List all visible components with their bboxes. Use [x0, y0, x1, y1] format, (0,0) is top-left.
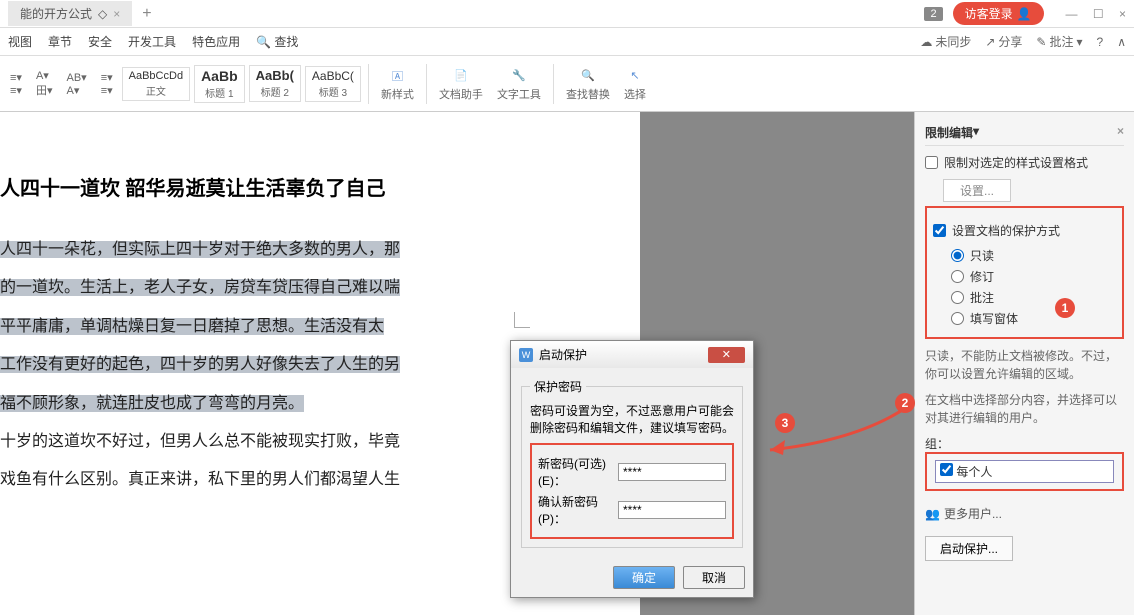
- minimize-icon[interactable]: —: [1066, 7, 1078, 21]
- doc-assistant-button[interactable]: 📄文档助手: [433, 64, 489, 104]
- menu-security[interactable]: 安全: [88, 33, 112, 50]
- menu-chapter[interactable]: 章节: [48, 33, 72, 50]
- ok-button[interactable]: 确定: [613, 566, 675, 589]
- find-replace-button[interactable]: 🔍查找替换: [560, 64, 616, 104]
- login-button[interactable]: 访客登录 👤: [953, 2, 1044, 25]
- title-bar: 能的开方公式 ◇ × + 2 访客登录 👤 — ☐ ×: [0, 0, 1134, 28]
- annotation-2: 2: [895, 393, 915, 413]
- protect-method-label: 设置文档的保护方式: [952, 222, 1060, 239]
- everyone-box: 每个人: [925, 452, 1124, 491]
- description-1: 只读，不能防止文档被修改。不过，你可以设置允许编辑的区域。: [925, 347, 1124, 383]
- menu-find[interactable]: 🔍 查找: [256, 33, 298, 50]
- ribbon-toolbar: ≡▾≡▾ A▾田▾ AB▾A▾ ≡▾≡▾ AaBbCcDd 正文 AaBb 标题…: [0, 56, 1134, 112]
- menu-devtools[interactable]: 开发工具: [128, 33, 176, 50]
- dialog-title-text: 启动保护: [539, 346, 587, 363]
- user-icon: 👤: [1017, 7, 1032, 21]
- sync-status[interactable]: ☁ 未同步: [920, 33, 971, 50]
- confirm-password-label: 确认新密码(P)：: [538, 493, 614, 527]
- settings-button[interactable]: 设置...: [943, 179, 1011, 202]
- annotation-3: 3: [775, 413, 795, 433]
- document-canvas[interactable]: 人四十一道坎 韶华易逝莫让生活辜负了自己 人四十一朵花，但实际上四十岁对于绝大多…: [0, 112, 914, 615]
- panel-title-text: 限制编辑: [925, 124, 973, 141]
- help-icon[interactable]: ?: [1097, 33, 1104, 50]
- menu-special[interactable]: 特色应用: [192, 33, 240, 50]
- confirm-password-input[interactable]: [618, 501, 726, 519]
- tab-sync-icon: ◇: [98, 7, 107, 21]
- revision-radio[interactable]: [951, 270, 964, 283]
- new-password-label: 新密码(可选)(E)：: [538, 455, 614, 489]
- paragraph: 人四十一朵花，但实际上四十岁对于绝大多数的男人，那: [0, 231, 610, 269]
- protection-method-box: 设置文档的保护方式 只读 修订 批注 填写窗体: [925, 206, 1124, 339]
- new-tab-button[interactable]: +: [142, 5, 151, 23]
- menu-bar: 视图 章节 安全 开发工具 特色应用 🔍 查找 ☁ 未同步 ↗ 分享 ✎ 批注 …: [0, 28, 1134, 56]
- menu-view[interactable]: 视图: [8, 33, 32, 50]
- restrict-style-label: 限制对选定的样式设置格式: [944, 154, 1088, 171]
- password-fields-box: 新密码(可选)(E)： 确认新密码(P)：: [530, 443, 734, 539]
- dialog-close-icon[interactable]: ✕: [708, 347, 745, 363]
- everyone-checkbox[interactable]: [940, 463, 953, 476]
- document-tab[interactable]: 能的开方公式 ◇ ×: [8, 1, 132, 26]
- users-icon: 👥: [925, 507, 940, 521]
- collapse-icon[interactable]: ∧: [1117, 33, 1126, 50]
- style-heading1[interactable]: AaBb 标题 1: [194, 65, 245, 103]
- form-radio[interactable]: [951, 312, 964, 325]
- ribbon-small-1[interactable]: ≡▾≡▾: [4, 69, 28, 99]
- close-icon[interactable]: ×: [113, 7, 120, 21]
- tab-title: 能的开方公式: [20, 5, 92, 22]
- close-panel-icon[interactable]: ×: [1117, 124, 1124, 141]
- restrict-editing-panel: 限制编辑 ▾ × 限制对选定的样式设置格式 设置... 设置文档的保护方式 只读…: [914, 112, 1134, 615]
- notification-badge[interactable]: 2: [924, 7, 942, 21]
- dialog-description: 密码可设置为空，不过恶意用户可能会删除密码和编辑文件，建议填写密码。: [530, 403, 734, 437]
- paragraph: 的一道坎。生活上，老人子女，房贷车贷压得自己难以喘: [0, 269, 610, 307]
- protect-method-checkbox[interactable]: [933, 224, 946, 237]
- annotation-1: 1: [1055, 298, 1075, 318]
- app-logo-icon: W: [519, 348, 533, 362]
- text-tools-button[interactable]: 🔧文字工具: [491, 64, 547, 104]
- readonly-radio[interactable]: [951, 249, 964, 262]
- style-heading3[interactable]: AaBbC( 标题 3: [305, 66, 361, 102]
- start-protection-dialog: W 启动保护 ✕ 保护密码 密码可设置为空，不过恶意用户可能会删除密码和编辑文件…: [510, 340, 754, 598]
- maximize-icon[interactable]: ☐: [1093, 7, 1104, 21]
- new-password-input[interactable]: [618, 463, 726, 481]
- style-normal[interactable]: AaBbCcDd 正文: [122, 67, 190, 101]
- ribbon-small-2[interactable]: A▾田▾: [30, 67, 59, 100]
- share-button[interactable]: ↗ 分享: [985, 33, 1022, 50]
- dropdown-icon[interactable]: ▾: [973, 124, 979, 141]
- more-users-link[interactable]: 👥 更多用户...: [925, 505, 1124, 522]
- comment-radio[interactable]: [951, 291, 964, 304]
- page-margin-mark: [514, 312, 530, 328]
- fieldset-legend: 保护密码: [530, 378, 586, 395]
- cancel-button[interactable]: 取消: [683, 566, 745, 589]
- start-protection-button[interactable]: 启动保护...: [925, 536, 1013, 561]
- select-button[interactable]: ↖选择: [618, 64, 652, 104]
- everyone-label: 每个人: [956, 465, 992, 479]
- new-style-button[interactable]: 🄰新样式: [375, 64, 420, 104]
- restrict-style-checkbox[interactable]: [925, 156, 938, 169]
- close-window-icon[interactable]: ×: [1119, 7, 1126, 21]
- ribbon-small-3[interactable]: AB▾A▾: [60, 69, 92, 99]
- document-title: 人四十一道坎 韶华易逝莫让生活辜负了自己: [0, 172, 610, 201]
- group-label: 组：: [925, 435, 1124, 452]
- comment-button[interactable]: ✎ 批注 ▾: [1036, 33, 1082, 50]
- description-2: 在文档中选择部分内容，并选择可以对其进行编辑的用户。: [925, 391, 1124, 427]
- ribbon-small-4[interactable]: ≡▾≡▾: [95, 69, 119, 99]
- style-heading2[interactable]: AaBb( 标题 2: [249, 65, 301, 102]
